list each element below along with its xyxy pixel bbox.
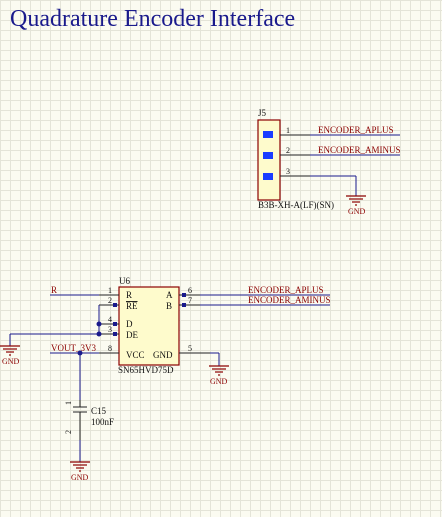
u6-pin-number-d: 4 (108, 315, 112, 324)
u6-pin-number-de: 3 (108, 325, 112, 334)
j5-pin1-marker (263, 131, 273, 138)
j5-pin1-number: 1 (286, 126, 290, 135)
u6-pin-name-b: B (166, 301, 172, 311)
gnd-label-left: GND (2, 357, 20, 366)
gnd-symbol-cap (70, 461, 90, 472)
j5-pin2-number: 2 (286, 146, 290, 155)
ic-u6[interactable]: U6 SN65HVD75D R RE D DE VCC GND A B 1 2 … (99, 276, 210, 375)
j5-pin3-number: 3 (286, 167, 290, 176)
u6-pin-name-a: A (166, 290, 173, 300)
u6-pin-name-r: R (126, 290, 132, 300)
c15-pin2-number: 2 (64, 430, 73, 434)
u6-pin-number-a: 6 (188, 286, 192, 295)
j5-part-number: B3B-XH-A(LF)(SN) (258, 200, 334, 210)
connector-j5[interactable]: J5 1 2 3 B3B-XH-A(LF)(SN) (257, 108, 334, 210)
net-label-encoder-aminus-j5: ENCODER_AMINUS (318, 145, 401, 155)
u6-designator: U6 (119, 276, 130, 286)
c15-designator: C15 (91, 406, 107, 416)
net-label-encoder-aplus-j5: ENCODER_APLUS (318, 125, 394, 135)
schematic: J5 1 2 3 B3B-XH-A(LF)(SN) ENCODER_APLUS … (0, 108, 401, 482)
u6-pin-number-vcc: 8 (108, 344, 112, 353)
u6-pin-name-de: DE (126, 330, 138, 340)
net-label-encoder-aminus-u6: ENCODER_AMINUS (248, 295, 331, 305)
u6-part-number: SN65HVD75D (118, 365, 174, 375)
u6-pin-number-gnd: 5 (188, 344, 192, 353)
capacitor-c15[interactable]: 1 2 C15 100nF (64, 400, 114, 440)
u6-pin-number-r: 1 (108, 286, 112, 295)
j5-pin2-marker (263, 152, 273, 159)
u6-pin-name-re: RE (126, 301, 138, 311)
gnd-symbol-right (209, 365, 229, 376)
u6-pin-number-b: 7 (188, 296, 192, 305)
u6-pin-name-gnd: GND (153, 350, 173, 360)
gnd-label-cap: GND (71, 473, 89, 482)
junction-d (96, 321, 102, 327)
gnd-symbol-left (0, 345, 20, 356)
gnd-label-right: GND (210, 377, 228, 386)
net-label-vout: VOUT_3V3 (51, 343, 96, 353)
c15-value: 100nF (91, 417, 114, 427)
c15-pin1-number: 1 (64, 401, 73, 405)
gnd-symbol-j5 (346, 195, 366, 206)
u6-pin-name-vcc: VCC (126, 350, 145, 360)
gnd-label-j5: GND (348, 207, 366, 216)
net-label-r: R (51, 285, 57, 295)
u6-pin-name-d: D (126, 319, 133, 329)
u6-pin-number-re: 2 (108, 296, 112, 305)
net-label-encoder-aplus-u6: ENCODER_APLUS (248, 285, 324, 295)
j5-pin3-marker (263, 173, 273, 180)
j5-designator: J5 (258, 108, 267, 118)
